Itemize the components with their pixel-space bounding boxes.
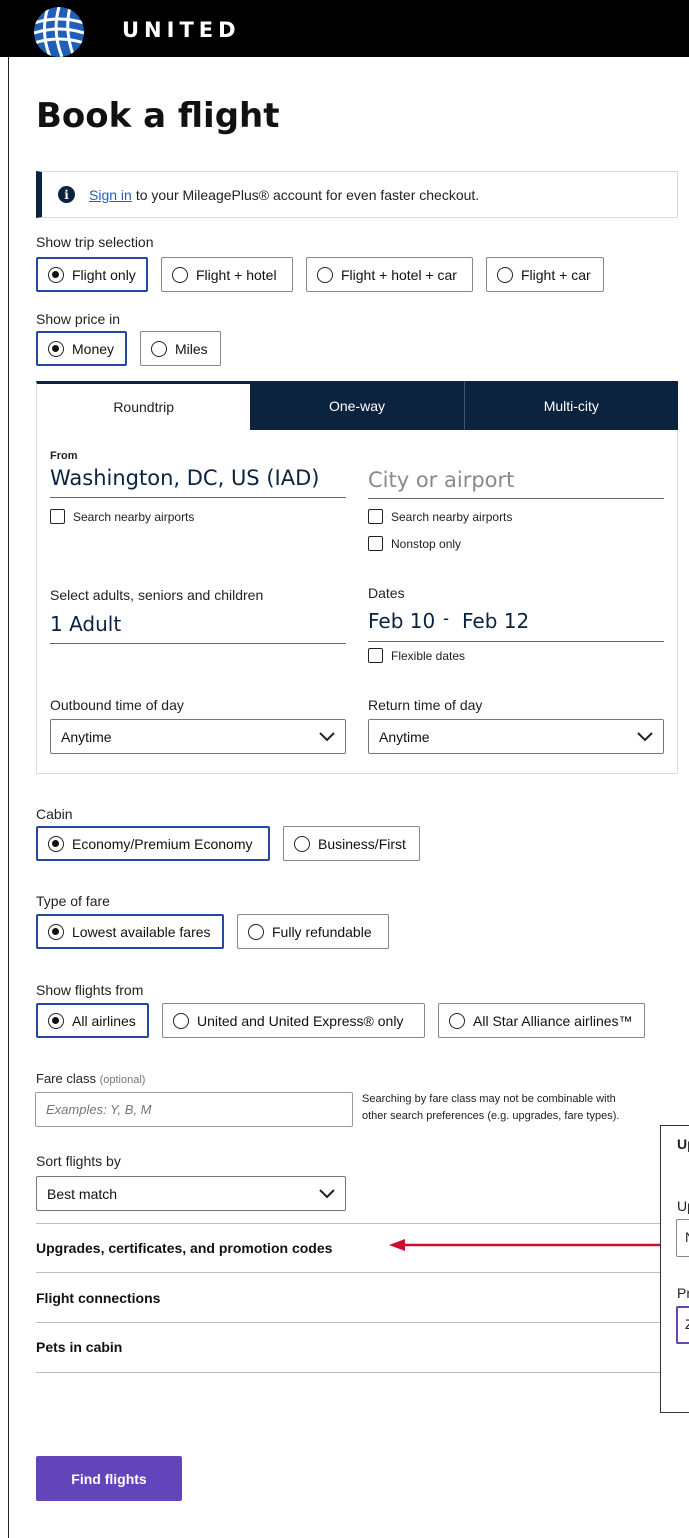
price-option-miles[interactable]: Miles — [140, 331, 221, 366]
fare-class-optional: (optional) — [99, 1074, 146, 1086]
overlay-field1-value: N — [685, 1229, 689, 1245]
dates-label: Dates — [368, 585, 405, 601]
overlay-field2-label: Pr — [677, 1285, 689, 1301]
airlines-option-all[interactable]: All airlines — [36, 1003, 149, 1038]
travelers-underline — [50, 643, 346, 644]
to-underline — [368, 498, 664, 499]
radio-icon — [248, 923, 264, 940]
return-time-label: Return time of day — [368, 697, 483, 713]
airlines-label: Show flights from — [36, 982, 144, 998]
overlay-field2-value: Z — [685, 1316, 689, 1332]
brand-wordmark[interactable]: UNITED — [122, 18, 241, 42]
from-input[interactable]: Washington, DC, US (IAD) — [50, 466, 319, 490]
accordion-pets[interactable]: Pets in cabin — [36, 1339, 122, 1355]
trip-option-flight-car[interactable]: Flight + car — [486, 257, 604, 292]
travelers-input[interactable]: 1 Adult — [50, 612, 121, 636]
nearby-to-checkbox[interactable]: Search nearby airports — [368, 509, 512, 524]
globe-icon[interactable] — [32, 5, 86, 59]
page-left-border — [8, 0, 9, 1538]
tab-one-way[interactable]: One-way — [250, 381, 464, 430]
radio-selected-icon — [48, 835, 64, 852]
airlines-option-star-alliance[interactable]: All Star Alliance airlines™ — [438, 1003, 645, 1038]
divider — [36, 1322, 678, 1323]
sort-label: Sort flights by — [36, 1153, 121, 1169]
radio-icon — [151, 340, 167, 357]
to-input[interactable]: City or airport — [368, 468, 514, 492]
divider — [36, 1272, 678, 1273]
airlines-option-united[interactable]: United and United Express® only — [162, 1003, 425, 1038]
outbound-time-select[interactable]: Anytime — [50, 719, 346, 754]
tab-roundtrip[interactable]: Roundtrip — [36, 381, 251, 430]
radio-icon — [172, 266, 188, 283]
site-header: UNITED — [0, 0, 689, 57]
price-option-money[interactable]: Money — [36, 331, 127, 366]
fare-type-label: Type of fare — [36, 893, 110, 909]
tab-multi-city[interactable]: Multi-city — [463, 381, 678, 430]
fare-class-input[interactable] — [35, 1092, 353, 1127]
radio-icon — [449, 1012, 465, 1029]
outbound-time-label: Outbound time of day — [50, 697, 184, 713]
trip-type-tabs: Roundtrip One-way Multi-city — [36, 381, 678, 430]
info-icon: i — [58, 186, 75, 203]
upgrades-overlay-panel: Up Up N Pr Z — [660, 1125, 689, 1413]
cabin-label: Cabin — [36, 806, 73, 822]
return-date[interactable]: Feb 12 — [462, 609, 529, 633]
signin-banner-text: to your MileagePlus® account for even fa… — [135, 186, 480, 203]
accordion-flight-connections[interactable]: Flight connections — [36, 1290, 160, 1306]
fare-class-label: Fare class (optional) — [36, 1071, 146, 1086]
radio-selected-icon — [48, 1012, 64, 1029]
price-label: Show price in — [36, 311, 121, 327]
depart-date[interactable]: Feb 10 — [368, 609, 435, 633]
from-underline — [50, 497, 346, 498]
signin-link[interactable]: Sign in — [89, 187, 132, 203]
overlay-title: Up — [677, 1136, 689, 1152]
divider — [36, 1223, 678, 1224]
annotation-arrow — [389, 1239, 660, 1251]
checkbox-icon — [368, 536, 383, 551]
radio-selected-icon — [48, 266, 64, 283]
chevron-down-icon — [319, 731, 335, 741]
radio-icon — [173, 1012, 189, 1029]
trip-selection-label: Show trip selection — [36, 234, 154, 250]
page-title: Book a flight — [36, 96, 280, 136]
signin-banner: i Sign in to your MileagePlus® account f… — [36, 171, 678, 218]
radio-selected-icon — [48, 340, 64, 357]
date-separator: - — [443, 608, 449, 628]
fare-class-note: Searching by fare class may not be combi… — [362, 1093, 620, 1122]
fare-option-refundable[interactable]: Fully refundable — [237, 914, 389, 949]
cabin-option-business[interactable]: Business/First — [283, 826, 420, 861]
dates-underline — [368, 641, 664, 642]
radio-icon — [317, 266, 333, 283]
radio-selected-icon — [48, 923, 64, 940]
checkbox-icon — [368, 648, 383, 663]
trip-option-flight-hotel-car[interactable]: Flight + hotel + car — [306, 257, 473, 292]
checkbox-icon — [368, 509, 383, 524]
divider — [36, 1372, 678, 1373]
nearby-from-checkbox[interactable]: Search nearby airports — [50, 509, 194, 524]
checkbox-icon — [50, 509, 65, 524]
fare-option-lowest[interactable]: Lowest available fares — [36, 914, 224, 949]
nonstop-checkbox[interactable]: Nonstop only — [368, 536, 461, 551]
trip-option-flight-hotel[interactable]: Flight + hotel — [161, 257, 293, 292]
radio-icon — [294, 835, 310, 852]
accordion-upgrades[interactable]: Upgrades, certificates, and promotion co… — [36, 1240, 332, 1256]
travelers-label: Select adults, seniors and children — [50, 587, 264, 603]
chevron-down-icon — [319, 1188, 335, 1198]
radio-icon — [497, 266, 513, 283]
overlay-field1-label: Up — [677, 1198, 689, 1214]
return-time-select[interactable]: Anytime — [368, 719, 664, 754]
chevron-down-icon — [637, 731, 653, 741]
flexible-dates-checkbox[interactable]: Flexible dates — [368, 648, 465, 663]
cabin-option-economy[interactable]: Economy/Premium Economy — [36, 826, 270, 861]
find-flights-button[interactable]: Find flights — [36, 1456, 182, 1501]
sort-select[interactable]: Best match — [36, 1176, 346, 1211]
trip-option-flight-only[interactable]: Flight only — [36, 257, 148, 292]
from-label: From — [50, 450, 78, 462]
